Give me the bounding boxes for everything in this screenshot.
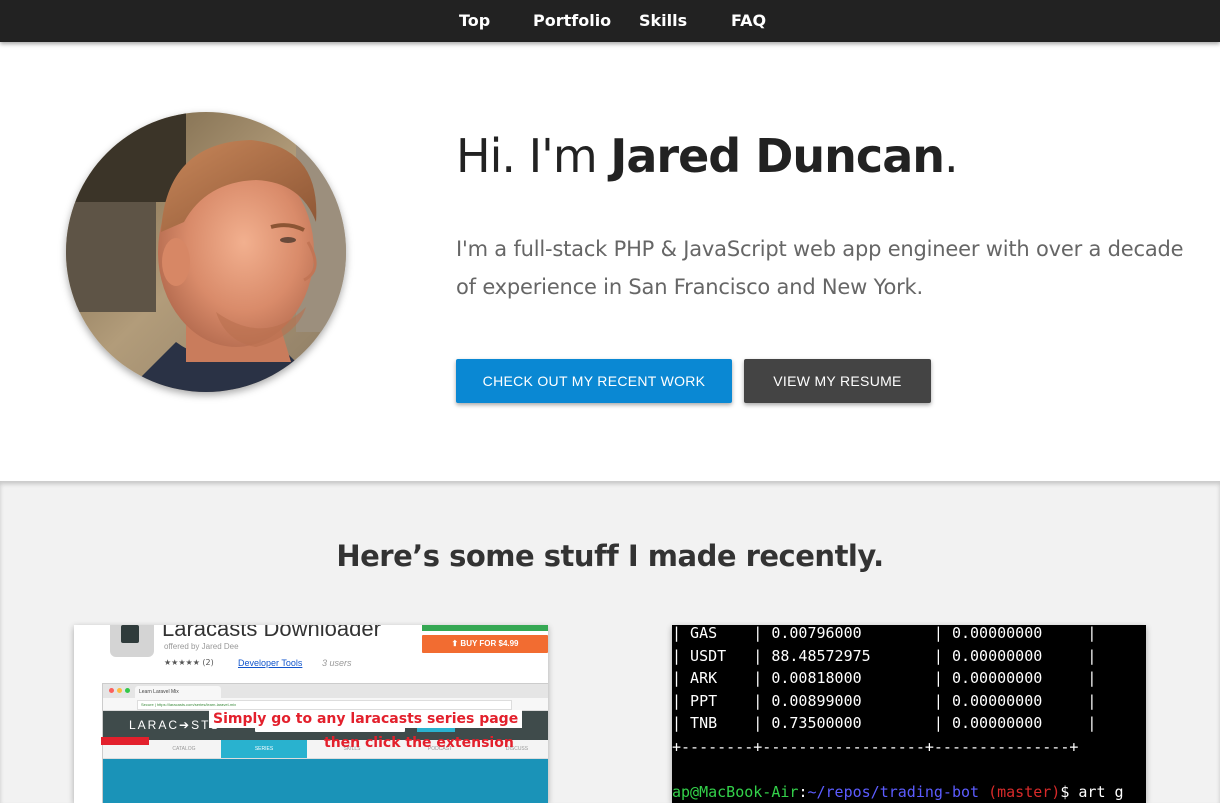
- subnav-catalog: CATALOG: [172, 746, 196, 752]
- nav-link-faq[interactable]: FAQ: [731, 0, 766, 42]
- hero-name: Jared Duncan: [610, 129, 945, 183]
- extension-added-bar: [422, 625, 548, 631]
- prompt-command: $ art g: [1060, 783, 1124, 801]
- nav-link-skills[interactable]: Skills: [639, 0, 687, 42]
- hero-title: Hi. I'm Jared Duncan.: [456, 126, 959, 186]
- maximize-dot-icon: [125, 688, 130, 693]
- nav-link-top[interactable]: Top: [459, 0, 490, 42]
- project-card-trading-bot[interactable]: | GAS | 0.00796000 | 0.00000000 | | USDT…: [672, 625, 1146, 803]
- extension-icon: [110, 625, 154, 657]
- extension-rating: ★★★★★ (2): [164, 658, 214, 667]
- prompt-path: ~/repos/trading-bot: [807, 783, 980, 801]
- recent-work-section: Here’s some stuff I made recently. Larac…: [0, 481, 1220, 803]
- prompt-user: ap@MacBook-Air: [672, 783, 799, 801]
- terminal-row: | GAS | 0.00796000 | 0.00000000 |: [672, 625, 1097, 642]
- mini-url: Secure | https://laracasts.com/series/le…: [137, 700, 512, 710]
- close-dot-icon: [109, 688, 114, 693]
- subnav-series: SERIES: [221, 740, 307, 758]
- recent-work-button[interactable]: CHECK OUT MY RECENT WORK: [456, 359, 732, 403]
- hero-greeting: Hi. I'm: [456, 129, 611, 183]
- project-card-laracasts[interactable]: Laracasts Downloader offered by Jared De…: [74, 625, 548, 803]
- terminal-row: | TNB | 0.73500000 | 0.00000000 |: [672, 714, 1097, 732]
- terminal-separator: +--------+------------------+-----------…: [672, 738, 1079, 756]
- mini-tab: Learn Laravel Mix: [135, 686, 221, 698]
- laracasts-logo: LARAC➔STS: [129, 718, 221, 732]
- terminal-row: | USDT | 88.48572975 | 0.00000000 |: [672, 647, 1097, 665]
- top-nav: Top Portfolio Skills FAQ: [0, 0, 1220, 42]
- resume-button[interactable]: VIEW MY RESUME: [744, 359, 931, 403]
- section-title: Here’s some stuff I made recently.: [336, 539, 884, 573]
- extension-author: offered by Jared Dee: [164, 642, 239, 651]
- hero-description: I'm a full-stack PHP & JavaScript web ap…: [456, 237, 1184, 299]
- extension-users: 3 users: [322, 658, 352, 668]
- callout-line-2: then click the extension: [324, 735, 514, 751]
- minimize-dot-icon: [117, 688, 122, 693]
- mini-tabbar: Learn Laravel Mix: [103, 684, 548, 698]
- callout-line-1: Simply go to any laracasts series page: [209, 710, 523, 728]
- hero-period: .: [943, 129, 959, 183]
- nav-link-portfolio[interactable]: Portfolio: [533, 0, 611, 42]
- terminal-row: | PPT | 0.00899000 | 0.00000000 |: [672, 692, 1097, 710]
- terminal-row: | ARK | 0.00818000 | 0.00000000 |: [672, 669, 1097, 687]
- extension-title: Laracasts Downloader: [162, 625, 381, 641]
- avatar: [66, 112, 346, 392]
- terminal-prompt: ap@MacBook-Air:~/repos/trading-bot (mast…: [672, 781, 1124, 803]
- laracasts-badge: [101, 737, 149, 745]
- extension-buy-button: ⬆ BUY FOR $4.99: [422, 635, 548, 653]
- laracasts-banner: [103, 759, 548, 803]
- extension-category: Developer Tools: [238, 658, 303, 668]
- avatar-photo: [66, 112, 346, 392]
- hero-section: Hi. I'm Jared Duncan. I'm a full-stack P…: [0, 42, 1220, 481]
- prompt-branch: (master): [979, 783, 1061, 801]
